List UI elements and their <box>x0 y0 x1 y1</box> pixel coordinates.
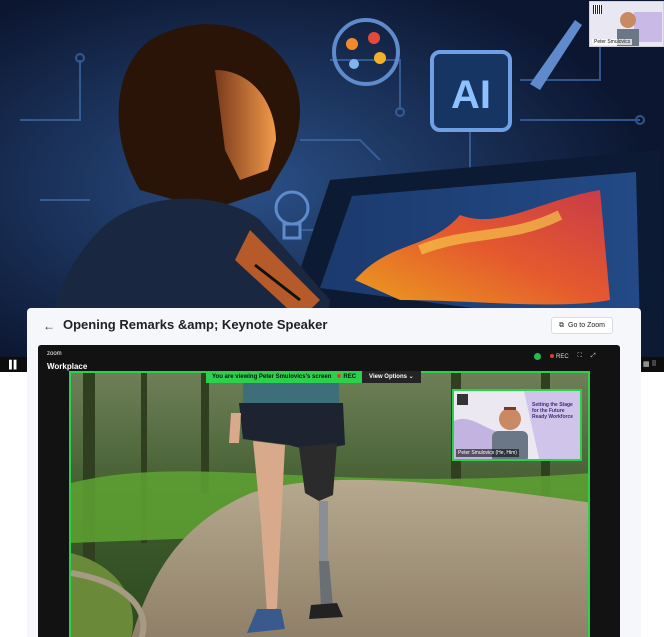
view-options-label: View Options <box>369 374 407 380</box>
chevron-down-icon: ⌄ <box>408 374 414 380</box>
player-options-strip: ▦ ⠿ <box>641 357 664 372</box>
back-arrow-icon[interactable]: ← <box>43 319 55 333</box>
external-link-icon: ⧉ <box>559 321 564 329</box>
zoom-workplace-logo: zoom Workplace <box>47 351 87 373</box>
participant-thumbnail[interactable]: Peter Smulovics <box>589 1 664 47</box>
recording-indicator: REC <box>550 353 569 360</box>
encryption-shield-icon[interactable] <box>534 353 541 360</box>
grid-view-icon[interactable]: ▦ ⠿ <box>643 361 657 368</box>
viewing-text: You are viewing Peter Smulovics's screen <box>212 374 332 380</box>
go-to-zoom-button[interactable]: ⧉ Go to Zoom <box>551 317 613 334</box>
view-options-button[interactable]: View Options ⌄ <box>362 371 421 383</box>
fullscreen-icon[interactable]: ⛶ <box>578 353 582 360</box>
pause-icon[interactable]: ▌▌ <box>9 360 19 369</box>
zoom-meeting-frame: zoom Workplace REC ⛶ ⤢ You are viewing P… <box>38 345 620 637</box>
player-control-strip: ▌▌ <box>0 357 27 372</box>
session-title: Opening Remarks &amp; Keynote Speaker <box>63 317 328 332</box>
screen-share-banner: You are viewing Peter Smulovics's screen… <box>206 371 421 383</box>
workplace-logo-text: Workplace <box>47 362 88 371</box>
meeting-status-bar: REC ⛶ ⤢ <box>534 353 596 360</box>
active-speaker-tile[interactable]: Setting the Stage for the Future Ready W… <box>452 389 582 461</box>
recording-badge: REC <box>337 374 356 380</box>
zoom-logo-text: zoom <box>47 351 62 357</box>
svg-text:AI: AI <box>451 73 491 117</box>
slide-title: Setting the Stage for the Future Ready W… <box>532 402 574 420</box>
event-session-card: ← Opening Remarks &amp; Keynote Speaker … <box>27 308 641 637</box>
go-to-zoom-label: Go to Zoom <box>568 322 605 329</box>
speaker-name-label: Peter Smulovics (He, Him) <box>456 449 519 457</box>
participant-name: Peter Smulovics <box>592 39 633 45</box>
popout-icon[interactable]: ⤢ <box>591 353 596 360</box>
